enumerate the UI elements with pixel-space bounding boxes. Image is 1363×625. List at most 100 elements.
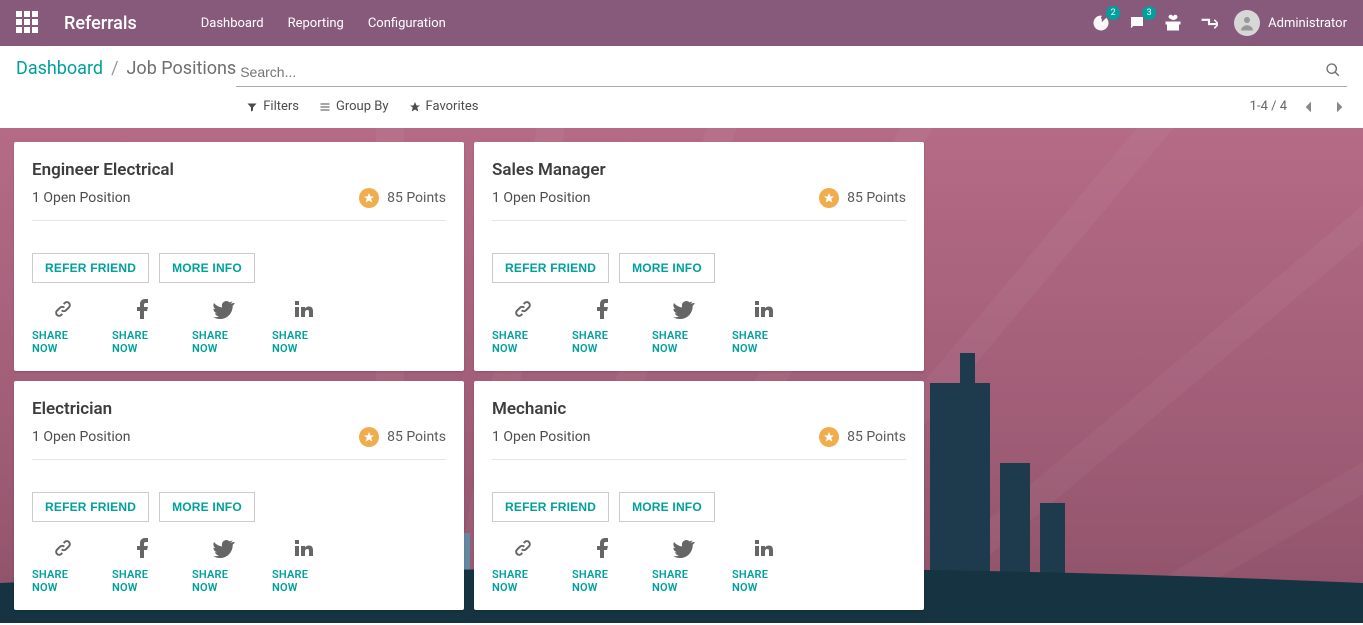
refer-friend-button[interactable]: REFER FRIEND	[492, 253, 609, 283]
search-input[interactable]	[236, 58, 1347, 87]
job-title: Engineer Electrical	[32, 160, 446, 180]
share-label: SHARE NOW	[572, 329, 634, 355]
linkedin-icon	[291, 536, 315, 564]
favorites-button[interactable]: Favorites	[399, 97, 489, 116]
points: 85 Points	[819, 188, 906, 208]
breadcrumb-current: Job Positions	[127, 58, 237, 79]
more-info-button[interactable]: MORE INFO	[159, 492, 255, 522]
user-menu[interactable]: Administrator	[1234, 10, 1347, 36]
share-facebook[interactable]: SHARE NOW	[572, 297, 634, 355]
nav-item-reporting[interactable]: Reporting	[276, 4, 356, 43]
facebook-icon	[131, 536, 155, 564]
nav-menu: Dashboard Reporting Configuration	[189, 4, 458, 43]
debug-icon[interactable]	[1198, 12, 1220, 34]
topbar: Referrals Dashboard Reporting Configurat…	[0, 0, 1363, 46]
apps-icon[interactable]	[16, 11, 40, 35]
job-card: Engineer Electrical 1 Open Position 85 P…	[14, 142, 464, 371]
user-name: Administrator	[1268, 16, 1347, 31]
share-twitter[interactable]: SHARE NOW	[652, 297, 714, 355]
share-link[interactable]: SHARE NOW	[492, 297, 554, 355]
open-position: 1 Open Position	[32, 429, 131, 445]
pager-prev[interactable]	[1301, 99, 1317, 115]
points-value: 85 Points	[847, 190, 906, 206]
activities-badge: 2	[1106, 6, 1120, 20]
link-icon	[511, 536, 535, 564]
share-label: SHARE NOW	[272, 568, 334, 594]
share-label: SHARE NOW	[112, 329, 174, 355]
more-info-button[interactable]: MORE INFO	[619, 492, 715, 522]
points: 85 Points	[819, 427, 906, 447]
systray: 2 3 Administrator	[1090, 10, 1347, 36]
share-facebook[interactable]: SHARE NOW	[112, 536, 174, 594]
share-label: SHARE NOW	[492, 329, 554, 355]
share-label: SHARE NOW	[732, 568, 794, 594]
share-facebook[interactable]: SHARE NOW	[112, 297, 174, 355]
points-value: 85 Points	[387, 190, 446, 206]
star-icon	[359, 427, 379, 447]
activities-icon[interactable]: 2	[1090, 12, 1112, 34]
refer-friend-button[interactable]: REFER FRIEND	[492, 492, 609, 522]
search-area: Filters Group By Favorites 1-4 / 4	[236, 58, 1347, 128]
share-linkedin[interactable]: SHARE NOW	[732, 297, 794, 355]
star-icon	[819, 188, 839, 208]
share-twitter[interactable]: SHARE NOW	[192, 536, 254, 594]
twitter-icon	[671, 536, 695, 564]
pager: 1-4 / 4	[1250, 99, 1347, 115]
share-label: SHARE NOW	[652, 329, 714, 355]
breadcrumb: Dashboard / Job Positions	[16, 58, 236, 79]
job-title: Electrician	[32, 399, 446, 419]
filters-button[interactable]: Filters	[236, 97, 309, 116]
share-linkedin[interactable]: SHARE NOW	[272, 536, 334, 594]
share-linkedin[interactable]: SHARE NOW	[272, 297, 334, 355]
linkedin-icon	[751, 536, 775, 564]
gift-icon[interactable]	[1162, 12, 1184, 34]
more-info-button[interactable]: MORE INFO	[619, 253, 715, 283]
linkedin-icon	[751, 297, 775, 325]
points-value: 85 Points	[387, 429, 446, 445]
refer-friend-button[interactable]: REFER FRIEND	[32, 492, 149, 522]
twitter-icon	[671, 297, 695, 325]
share-label: SHARE NOW	[32, 568, 94, 594]
group-by-button[interactable]: Group By	[309, 97, 399, 116]
job-title: Sales Manager	[492, 160, 906, 180]
linkedin-icon	[291, 297, 315, 325]
share-twitter[interactable]: SHARE NOW	[652, 536, 714, 594]
link-icon	[511, 297, 535, 325]
app-title: Referrals	[64, 13, 137, 34]
breadcrumb-parent[interactable]: Dashboard	[16, 58, 103, 79]
filters-label: Filters	[263, 99, 299, 114]
job-card: Sales Manager 1 Open Position 85 Points …	[474, 142, 924, 371]
breadcrumb-sep: /	[111, 58, 118, 79]
search-icon[interactable]	[1325, 62, 1341, 82]
nav-item-configuration[interactable]: Configuration	[356, 4, 458, 43]
nav-item-dashboard[interactable]: Dashboard	[189, 4, 276, 43]
share-link[interactable]: SHARE NOW	[492, 536, 554, 594]
points: 85 Points	[359, 427, 446, 447]
job-title: Mechanic	[492, 399, 906, 419]
share-label: SHARE NOW	[652, 568, 714, 594]
more-info-button[interactable]: MORE INFO	[159, 253, 255, 283]
twitter-icon	[211, 297, 235, 325]
cards-grid: Engineer Electrical 1 Open Position 85 P…	[0, 128, 1363, 623]
share-linkedin[interactable]: SHARE NOW	[732, 536, 794, 594]
pager-next[interactable]	[1331, 99, 1347, 115]
refer-friend-button[interactable]: REFER FRIEND	[32, 253, 149, 283]
open-position: 1 Open Position	[492, 190, 591, 206]
points-value: 85 Points	[847, 429, 906, 445]
discuss-badge: 3	[1142, 6, 1156, 20]
content-area[interactable]: Engineer Electrical 1 Open Position 85 P…	[0, 128, 1363, 623]
share-label: SHARE NOW	[192, 568, 254, 594]
share-facebook[interactable]: SHARE NOW	[572, 536, 634, 594]
share-twitter[interactable]: SHARE NOW	[192, 297, 254, 355]
twitter-icon	[211, 536, 235, 564]
facebook-icon	[591, 297, 615, 325]
favorites-label: Favorites	[426, 99, 479, 114]
share-label: SHARE NOW	[732, 329, 794, 355]
open-position: 1 Open Position	[32, 190, 131, 206]
share-link[interactable]: SHARE NOW	[32, 297, 94, 355]
discuss-icon[interactable]: 3	[1126, 12, 1148, 34]
share-label: SHARE NOW	[192, 329, 254, 355]
link-icon	[51, 297, 75, 325]
points: 85 Points	[359, 188, 446, 208]
share-link[interactable]: SHARE NOW	[32, 536, 94, 594]
